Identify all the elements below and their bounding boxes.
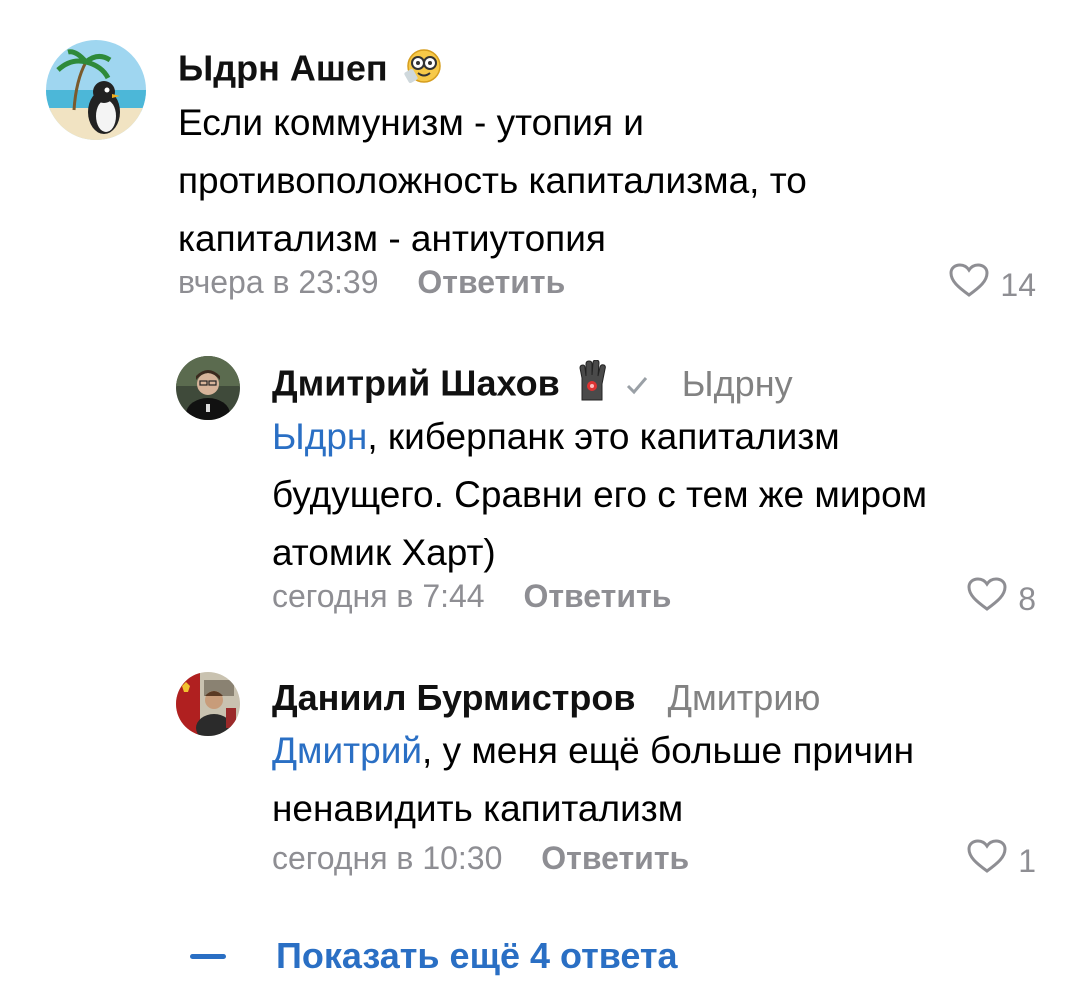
comment-2: Дмитрий Шахов Ыдрну Ыдрн, киберпанк это … xyxy=(0,330,1080,630)
reply-to[interactable]: Дмитрию xyxy=(668,677,821,718)
author-name[interactable]: Даниил Бурмистров xyxy=(272,677,636,718)
comment-meta: сегодня в 7:44 Ответить xyxy=(272,576,671,616)
comment-text-fragment: , у меня ещё больше причин xyxy=(422,730,915,771)
author-line: Ыдрн Ашеп xyxy=(178,46,442,96)
show-more-replies-button[interactable]: Показать ещё 4 ответа xyxy=(190,935,678,977)
comment-text-line: ненавидить капитализм xyxy=(272,788,684,829)
like-count: 8 xyxy=(1018,580,1036,617)
comment-text-line: атомик Харт) xyxy=(272,532,496,573)
cyber-hand-emoji-icon xyxy=(574,359,610,412)
author-name[interactable]: Ыдрн Ашеп xyxy=(178,48,388,89)
like-button[interactable]: 1 xyxy=(966,838,1036,883)
show-more-label: Показать ещё 4 ответа xyxy=(276,935,678,976)
comment-1: Ыдрн Ашеп Если коммунизм - утопия и прот… xyxy=(0,0,1080,320)
timestamp: сегодня в 7:44 xyxy=(272,578,485,614)
timestamp: сегодня в 10:30 xyxy=(272,840,503,876)
comment-3: Даниил Бурмистров Дмитрию Дмитрий, у мен… xyxy=(0,650,1080,890)
heart-icon xyxy=(966,576,1008,621)
comment-text-line: капитализм - антиутопия xyxy=(178,218,606,259)
avatar[interactable] xyxy=(46,40,146,140)
timestamp: вчера в 23:39 xyxy=(178,264,379,300)
comment-meta: сегодня в 10:30 Ответить xyxy=(272,838,689,878)
reply-button[interactable]: Ответить xyxy=(523,578,671,614)
mention-link[interactable]: Дмитрий xyxy=(272,730,422,771)
comment-text-line: противоположность капитализма, то xyxy=(178,160,807,201)
reply-button[interactable]: Ответить xyxy=(541,840,689,876)
nerd-face-emoji-icon xyxy=(402,46,442,96)
check-icon xyxy=(624,364,650,408)
like-button[interactable]: 14 xyxy=(948,262,1036,307)
comment-text-line: Ыдрн, киберпанк это капитализм xyxy=(272,408,927,466)
comment-text: Дмитрий, у меня ещё больше причин ненави… xyxy=(272,722,914,838)
avatar[interactable] xyxy=(176,356,240,420)
heart-icon xyxy=(948,262,990,307)
like-count: 1 xyxy=(1018,842,1036,879)
avatar[interactable] xyxy=(176,672,240,736)
comment-text-line: Если коммунизм - утопия и xyxy=(178,102,644,143)
reply-to[interactable]: Ыдрну xyxy=(682,363,793,404)
comment-meta: вчера в 23:39 Ответить xyxy=(178,262,565,302)
like-button[interactable]: 8 xyxy=(966,576,1036,621)
like-count: 14 xyxy=(1000,266,1036,303)
reply-button[interactable]: Ответить xyxy=(417,264,565,300)
comment-text-line: Дмитрий, у меня ещё больше причин xyxy=(272,722,914,780)
minus-icon xyxy=(190,953,226,959)
heart-icon xyxy=(966,838,1008,883)
author-line: Дмитрий Шахов Ыдрну xyxy=(272,359,793,412)
comment-text-line: будущего. Сравни его с тем же миром xyxy=(272,474,928,515)
author-name[interactable]: Дмитрий Шахов xyxy=(272,363,560,404)
comment-text: Ыдрн, киберпанк это капитализм будущего.… xyxy=(272,408,927,582)
comment-text: Если коммунизм - утопия и противоположно… xyxy=(178,94,807,268)
author-line: Даниил Бурмистров Дмитрию xyxy=(272,676,820,720)
comment-text-fragment: , киберпанк это капитализм xyxy=(367,416,840,457)
mention-link[interactable]: Ыдрн xyxy=(272,416,367,457)
